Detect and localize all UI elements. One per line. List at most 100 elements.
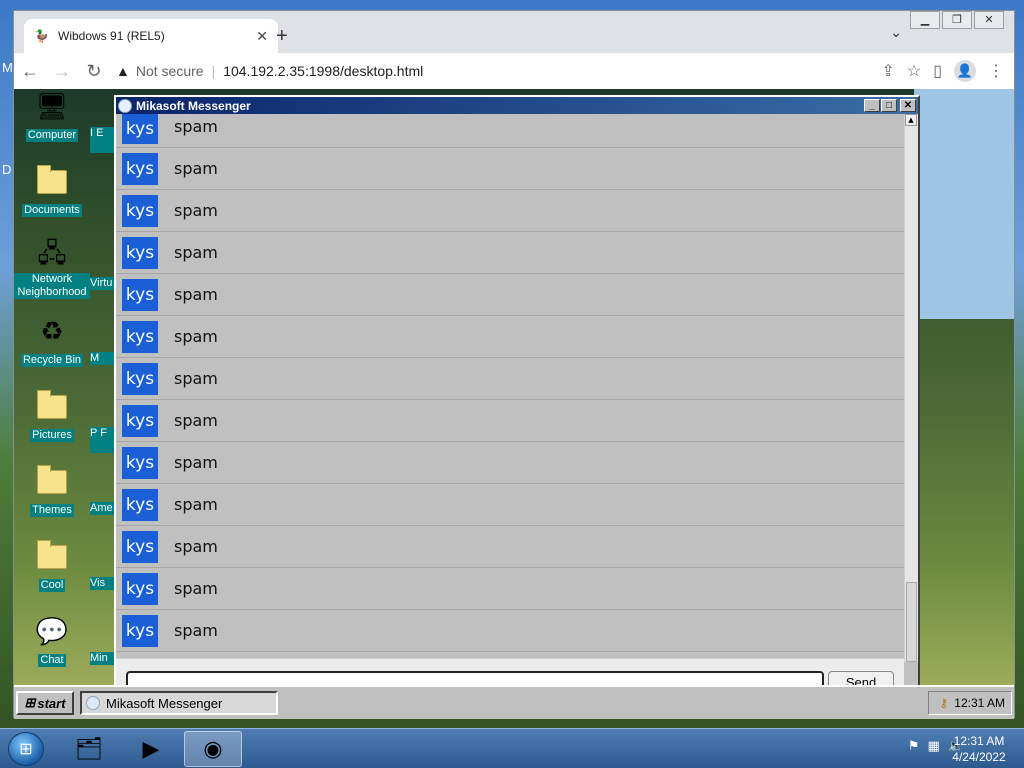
- guest-taskbar: ⊞ start Mikasoft Messenger ⚷ 12:31 AM: [14, 685, 1014, 719]
- host-clock[interactable]: 12:31 AM 4/24/2022: [944, 733, 1014, 765]
- forward-arrow-icon[interactable]: →: [46, 61, 78, 82]
- message-username-badge[interactable]: kys: [122, 362, 158, 395]
- desktop-icon-partial[interactable]: Min: [90, 652, 114, 665]
- close-tab-icon[interactable]: ✕: [256, 28, 268, 45]
- message-list[interactable]: kys spam kys spam kys spam kys spam kys spam kys sp…: [116, 114, 904, 662]
- page-viewport: 🖥 Computer Documents 🖧 Network Neighborh…: [14, 89, 1014, 719]
- close-button[interactable]: ✕: [900, 99, 916, 112]
- message-username-badge[interactable]: kys: [122, 236, 158, 269]
- task-label: Mikasoft Messenger: [106, 695, 223, 711]
- message-row: kys spam: [116, 526, 904, 568]
- bookmark-star-icon[interactable]: ☆: [907, 61, 921, 81]
- message-row: kys spam: [116, 316, 904, 358]
- guest-start-button[interactable]: ⊞ start: [16, 691, 74, 715]
- host-taskbar: ⊞ 🗂 ▶ ◉ ⚑ ▦ 🔈 12:31 AM 4/24/2022: [0, 728, 1024, 768]
- desktop-icon-network[interactable]: 🖧 Network Neighborhood: [14, 239, 90, 299]
- desktop-icon-label: Documents: [22, 204, 82, 217]
- share-icon[interactable]: ⇪: [881, 61, 894, 81]
- guest-clock[interactable]: 12:31 AM: [954, 696, 1005, 710]
- desktop-icon-chat[interactable]: 💬 Chat: [14, 616, 90, 667]
- url-text[interactable]: 104.192.2.35:1998/desktop.html: [223, 63, 423, 79]
- host-start-orb-icon[interactable]: ⊞: [8, 732, 44, 766]
- message-row: kys spam: [116, 442, 904, 484]
- desktop-icon-computer[interactable]: 🖥 Computer: [14, 91, 90, 142]
- taskbar-item-messenger[interactable]: Mikasoft Messenger: [80, 691, 278, 715]
- new-tab-button[interactable]: +: [276, 25, 288, 48]
- profile-avatar-icon[interactable]: 👤: [954, 60, 976, 82]
- desktop-icon-partial[interactable]: I E: [90, 127, 114, 153]
- message-username-badge[interactable]: kys: [122, 572, 158, 605]
- desktop-icon-documents[interactable]: Documents: [14, 165, 90, 217]
- host-clock-date: 4/24/2022: [952, 750, 1006, 764]
- reload-icon[interactable]: ↻: [78, 61, 110, 82]
- desktop-icon-label: Computer: [25, 129, 79, 142]
- desktop-icon-recycle-bin[interactable]: ♻ Recycle Bin: [14, 316, 90, 367]
- desktop-icon-partial[interactable]: M: [90, 352, 114, 365]
- browser-tab[interactable]: 🦆 Wibdows 91 (REL5) ✕: [24, 19, 278, 53]
- maximize-window-button[interactable]: ❐: [942, 11, 972, 29]
- network-icon[interactable]: ▦: [928, 739, 940, 754]
- desktop-icon-cool[interactable]: Cool: [14, 540, 90, 592]
- message-text: spam: [174, 243, 218, 262]
- folder-icon: [35, 390, 69, 423]
- message-username-badge[interactable]: kys: [122, 446, 158, 479]
- guest-system-tray: ⚷ 12:31 AM: [928, 691, 1012, 715]
- host-edge-text: D: [2, 162, 12, 177]
- tab-search-chevron-icon[interactable]: ⌄: [890, 25, 902, 41]
- security-label[interactable]: Not secure: [136, 63, 204, 79]
- message-text: spam: [174, 411, 218, 430]
- minimize-button[interactable]: _: [864, 99, 880, 112]
- message-username-badge[interactable]: kys: [122, 152, 158, 185]
- desktop-icon-label: Chat: [38, 654, 66, 667]
- recycle-bin-icon: ♻: [40, 317, 64, 347]
- desktop-icon-partial[interactable]: P F: [90, 427, 114, 453]
- desktop-icon-partial[interactable]: Vis: [90, 577, 114, 590]
- message-username-badge[interactable]: kys: [122, 194, 158, 227]
- message-text: spam: [174, 327, 218, 346]
- chrome-icon[interactable]: ◉: [184, 731, 242, 767]
- messenger-window: Mikasoft Messenger _ □ ✕ kys spam kys spam k…: [114, 95, 920, 697]
- windows-logo-icon: ⊞: [24, 695, 36, 710]
- message-text: spam: [174, 579, 218, 598]
- message-username-badge[interactable]: kys: [122, 614, 158, 647]
- message-row: kys spam: [116, 568, 904, 610]
- message-row: kys spam: [116, 400, 904, 442]
- wallpaper-sky: [914, 89, 1014, 319]
- side-panel-icon[interactable]: ▯: [933, 61, 942, 81]
- desktop-icon-label: Pictures: [30, 429, 74, 442]
- message-row: kys spam: [116, 232, 904, 274]
- desktop-icon-partial[interactable]: Virtu: [90, 277, 114, 290]
- tab-title: Wibdows 91 (REL5): [58, 29, 165, 43]
- chat-bubble-icon: 💬: [35, 617, 69, 647]
- message-text: spam: [174, 369, 218, 388]
- warning-icon[interactable]: ▲: [116, 63, 130, 79]
- flag-icon[interactable]: ⚑: [908, 739, 920, 754]
- folder-icon: [35, 540, 69, 573]
- desktop-icon-pictures[interactable]: Pictures: [14, 390, 90, 442]
- maximize-button[interactable]: □: [881, 99, 897, 112]
- file-explorer-icon[interactable]: 🗂: [60, 731, 118, 767]
- message-text: spam: [174, 201, 218, 220]
- message-username-badge[interactable]: kys: [122, 278, 158, 311]
- messenger-title-bar[interactable]: Mikasoft Messenger _ □ ✕: [116, 97, 918, 114]
- message-username-badge[interactable]: kys: [122, 488, 158, 521]
- message-username-badge[interactable]: kys: [122, 404, 158, 437]
- message-username-badge[interactable]: kys: [122, 320, 158, 353]
- address-bar[interactable]: ▲ Not secure | 104.192.2.35:1998/desktop…: [116, 57, 906, 85]
- close-window-button[interactable]: ✕: [974, 11, 1004, 29]
- menu-kebab-icon[interactable]: ⋮: [988, 61, 1004, 81]
- message-text: spam: [174, 453, 218, 472]
- desktop-icon-themes[interactable]: Themes: [14, 465, 90, 517]
- messenger-window-buttons: _ □ ✕: [864, 99, 916, 112]
- media-player-icon[interactable]: ▶: [122, 731, 180, 767]
- desktop-icon-partial[interactable]: Ame: [90, 502, 114, 515]
- scroll-up-arrow-icon[interactable]: ▲: [905, 114, 917, 126]
- tray-key-icon[interactable]: ⚷: [940, 696, 949, 710]
- scroll-thumb[interactable]: [906, 582, 917, 662]
- minimize-window-button[interactable]: ▁: [910, 11, 940, 29]
- back-arrow-icon[interactable]: ←: [14, 61, 46, 82]
- message-username-badge[interactable]: kys: [122, 530, 158, 563]
- desktop-icon-label: Cool: [38, 579, 66, 592]
- message-username-badge[interactable]: kys: [122, 114, 158, 144]
- message-scrollbar[interactable]: ▲: [904, 114, 918, 662]
